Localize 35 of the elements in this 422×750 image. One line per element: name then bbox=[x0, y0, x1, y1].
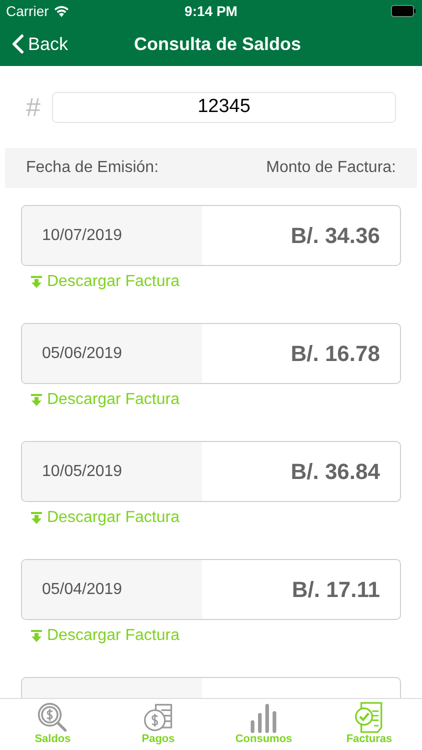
bar-chart-icon bbox=[248, 702, 280, 733]
magnifier-coin-icon bbox=[37, 702, 68, 733]
invoice-amount: B/. 17.11 bbox=[292, 576, 380, 604]
battery-icon bbox=[391, 5, 416, 17]
download-icon bbox=[31, 394, 42, 406]
invoice-check-icon bbox=[354, 702, 385, 733]
invoice-date: 10/05/2019 bbox=[42, 462, 122, 482]
account-number-field[interactable]: 12345 bbox=[52, 92, 396, 122]
invoice-amount: B/. 34.36 bbox=[290, 222, 380, 250]
tab-bar-item[interactable]: Pagos bbox=[106, 699, 211, 750]
column-header: Monto de Factura: bbox=[266, 158, 396, 178]
download-icon bbox=[31, 512, 42, 524]
tab-bar-item[interactable]: Saldos bbox=[0, 699, 106, 750]
invoice-date: 10/07/2019 bbox=[42, 226, 122, 246]
hash-label: # bbox=[26, 90, 42, 124]
clock-text: 9:14 PM bbox=[184, 2, 238, 20]
download-icon bbox=[31, 630, 42, 642]
carrier-text: Carrier bbox=[6, 2, 49, 20]
invoice-date: 05/04/2019 bbox=[42, 580, 122, 600]
screen-title: Consulta de Saldos bbox=[134, 32, 302, 56]
tab-bar-item[interactable]: Facturas bbox=[316, 699, 422, 750]
invoice-amount: B/. 36.84 bbox=[290, 458, 380, 486]
download-icon bbox=[31, 276, 42, 288]
download-link[interactable]: Descargar Factura bbox=[21, 388, 180, 412]
column-header: Fecha de Emisión: bbox=[26, 158, 159, 178]
chevron-left-icon bbox=[12, 34, 24, 54]
coin-ledger-icon bbox=[142, 702, 174, 733]
invoice-amount: B/. 16.78 bbox=[290, 340, 380, 368]
download-link[interactable]: Descargar Factura bbox=[21, 506, 180, 530]
wifi-icon bbox=[54, 6, 69, 16]
back-button[interactable]: Back bbox=[0, 30, 68, 58]
download-link[interactable]: Descargar Factura bbox=[21, 270, 180, 294]
tab-bar-item[interactable]: Consumos bbox=[211, 699, 316, 750]
invoice-date: 05/06/2019 bbox=[42, 344, 122, 364]
download-link[interactable]: Descargar Factura bbox=[21, 624, 180, 648]
